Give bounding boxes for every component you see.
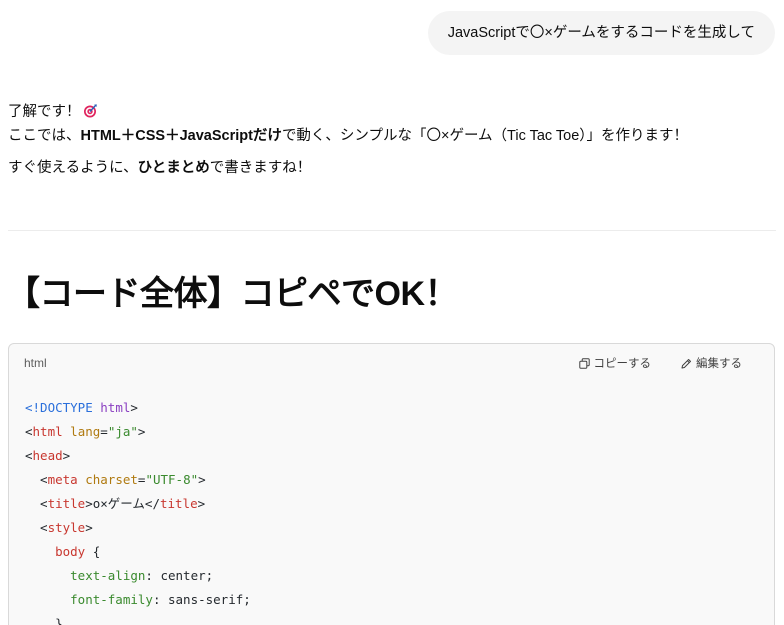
code-token: title (47, 496, 86, 511)
code-token: { (85, 544, 101, 559)
code-token: > (197, 496, 206, 511)
assistant-line-3-a: すぐ使えるように、 (8, 160, 138, 176)
assistant-message: 了解です！ ここでは、HTML＋CSS＋JavaScriptだけで動く、シンプル… (8, 100, 776, 180)
code-token: > (137, 424, 146, 439)
assistant-line-2-bold: HTML＋CSS＋JavaScriptだけ (80, 128, 282, 144)
chat-page: JavaScriptで〇×ゲームをするコードを生成して 了解です！ ここでは、H… (0, 0, 784, 625)
code-line: text-align: center; (25, 564, 251, 588)
code-token: lang (70, 424, 101, 439)
code-token: < (25, 496, 48, 511)
code-line: <meta charset="UTF-8"> (25, 468, 251, 492)
assistant-line-1-text: 了解です！ (8, 104, 81, 120)
code-token: < (25, 472, 48, 487)
code-token: > (85, 520, 93, 535)
code-token: meta (47, 472, 78, 487)
code-token: } (25, 616, 63, 625)
code-token: "UTF-8" (145, 472, 199, 487)
code-line: <title>o×ゲーム</title> (25, 492, 251, 516)
code-token: title (159, 496, 198, 511)
code-token: > (130, 400, 138, 415)
code-token: >o×ゲーム</ (85, 496, 160, 511)
code-token: <!DOCTYPE (25, 400, 101, 415)
section-divider (8, 230, 776, 231)
code-token: html (100, 400, 131, 415)
user-message-text: JavaScriptで〇×ゲームをするコードを生成して (447, 25, 755, 41)
edit-code-label: 編集する (696, 358, 742, 370)
code-token: < (25, 424, 33, 439)
section-heading: 【コード全体】コピペでOK！ (6, 275, 459, 313)
copy-icon (578, 357, 590, 369)
target-emoji-icon (83, 102, 97, 118)
code-token: > (62, 448, 71, 463)
edit-code-button[interactable]: 編集する (681, 355, 742, 371)
code-line: } (25, 612, 251, 625)
assistant-line-2-c: で動く、シンプルな「〇×ゲーム（Tic Tac Toe）」を作ります！ (281, 128, 689, 144)
copy-code-button[interactable]: コピーする (578, 355, 652, 371)
code-token: < (25, 520, 48, 535)
code-token: = (100, 424, 108, 439)
assistant-line-3: すぐ使えるように、ひとまとめで書きますね！ (8, 156, 776, 180)
copy-code-label: コピーする (593, 358, 652, 370)
code-token: < (25, 448, 33, 463)
code-line: body { (25, 540, 251, 564)
code-token: html (32, 424, 63, 439)
code-token: : center; (145, 568, 214, 583)
code-token: text-align (70, 568, 146, 583)
code-line: <head> (25, 444, 251, 468)
assistant-line-3-c: で書きますね！ (209, 160, 312, 176)
code-token: : sans-serif; (152, 592, 251, 607)
code-content: <!DOCTYPE html> <html lang="ja"> <head> <m… (25, 396, 251, 625)
code-token: "ja" (107, 424, 138, 439)
user-message-bubble: JavaScriptで〇×ゲームをするコードを生成して (427, 11, 775, 55)
code-block-header: html コピーする 編集する (9, 344, 774, 382)
code-block: html コピーする 編集する <!DOCTYPE html> <html lan… (8, 343, 775, 625)
assistant-line-1: 了解です！ (8, 100, 776, 124)
code-line: font-family: sans-serif; (25, 588, 251, 612)
code-token: style (47, 520, 86, 535)
code-language-label: html (24, 356, 47, 370)
assistant-line-2: ここでは、HTML＋CSS＋JavaScriptだけで動く、シンプルな「〇×ゲー… (8, 124, 776, 148)
code-token: charset (85, 472, 138, 487)
code-token: head (32, 448, 63, 463)
code-token: body (55, 544, 86, 559)
code-line: <html lang="ja"> (25, 420, 251, 444)
assistant-line-2-a: ここでは、 (8, 128, 81, 144)
assistant-line-3-bold: ひとまとめ (137, 160, 210, 176)
code-actions: コピーする 編集する (578, 344, 742, 382)
code-token: > (198, 472, 206, 487)
code-line: <style> (25, 516, 251, 540)
code-token: font-family (70, 592, 153, 607)
code-line: <!DOCTYPE html> (25, 396, 251, 420)
pencil-icon (681, 358, 692, 369)
